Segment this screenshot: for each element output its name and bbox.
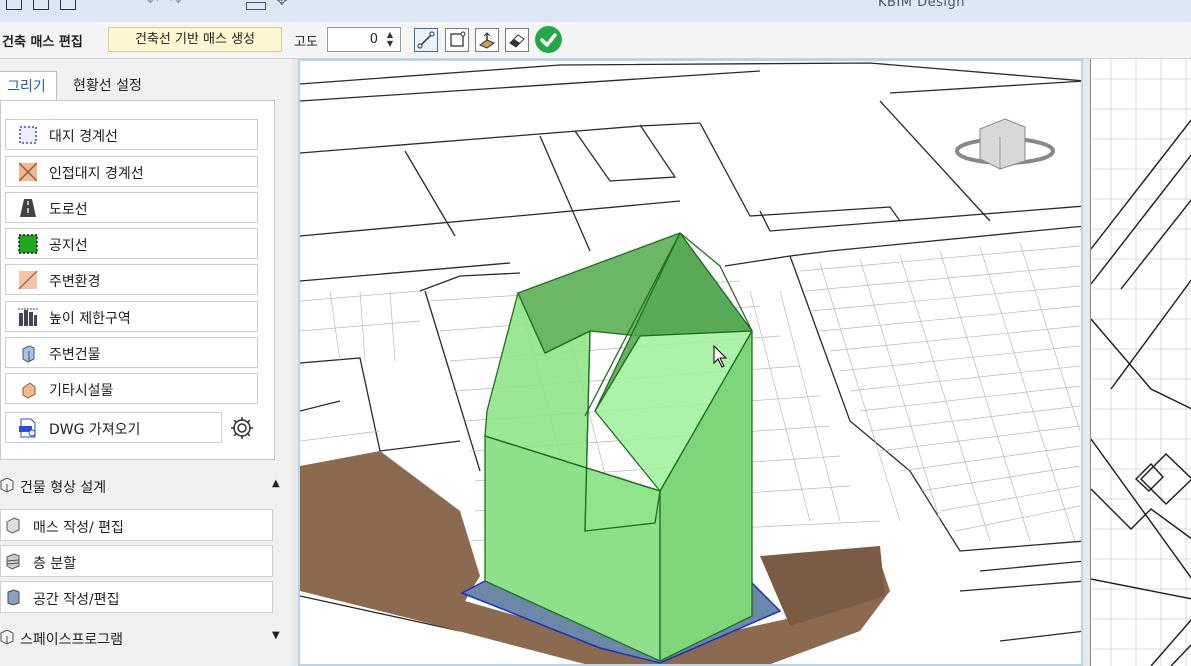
tool-label: 도로선 — [49, 202, 88, 218]
open-space-icon — [18, 234, 38, 254]
item-floor-split[interactable]: 층 분할 — [0, 545, 273, 577]
cube-icon — [0, 629, 14, 645]
nearby-building-icon — [22, 345, 35, 363]
tool-label: 높이 제한구역 — [49, 311, 131, 327]
height-limit-icon — [18, 308, 38, 326]
tool-label: 대지 경계선 — [49, 129, 118, 145]
floor-split-icon — [6, 553, 20, 570]
tool-label: 공지선 — [49, 238, 88, 254]
eraser-tool-button[interactable] — [505, 28, 529, 52]
tool-height-limit-zone[interactable]: 높이 제한구역 — [5, 301, 258, 332]
item-label: 매스 작성/ 편집 — [33, 520, 124, 536]
site-plan-view[interactable] — [1091, 59, 1191, 666]
confirm-check-button[interactable] — [535, 26, 562, 53]
facility-icon — [22, 382, 36, 399]
tool-road-line[interactable]: 도로선 — [5, 192, 258, 223]
tool-site-boundary[interactable]: 대지 경계선 — [5, 119, 258, 150]
section-space-program[interactable]: 스페이스프로그램 ▼ — [0, 621, 292, 653]
redo-icon[interactable]: ↷ — [170, 0, 182, 10]
draw-tools-panel: 대지 경계선 인접대지 경계선 도로선 공지선 주변환경 높이 제한구역 주변건… — [0, 100, 275, 460]
surroundings-icon — [18, 270, 38, 290]
open-file-icon[interactable] — [33, 0, 49, 10]
generate-mass-button[interactable]: 건축선 기반 매스 생성 — [108, 27, 282, 52]
tool-adjacent-boundary[interactable]: 인접대지 경계선 — [5, 156, 258, 187]
tool-label: 주변환경 — [49, 274, 101, 290]
altitude-value[interactable]: 0 — [370, 32, 378, 47]
boundary-icon — [19, 126, 37, 144]
item-space-create-edit[interactable]: 공간 작성/편집 — [0, 581, 273, 613]
cube-icon — [0, 477, 14, 493]
undo-icon[interactable]: ↶ — [147, 0, 159, 10]
move-icon[interactable]: ✥ — [276, 0, 288, 9]
tool-label: 주변건물 — [49, 347, 101, 363]
dwg-file-icon — [19, 418, 36, 438]
panel-tabs: 그리기 현황선 설정 — [0, 71, 292, 101]
left-panel: 그리기 현황선 설정 대지 경계선 인접대지 경계선 도로선 공지선 주변환경 … — [0, 59, 292, 666]
tool-open-space-line[interactable]: 공지선 — [5, 228, 258, 259]
tool-label: 기타시설물 — [49, 383, 114, 399]
altitude-stepper[interactable]: 0 ▲ ▼ — [327, 27, 401, 52]
mode-label: 건축 매스 편집 — [2, 35, 83, 50]
extrude-icon — [478, 32, 496, 49]
3d-viewport[interactable] — [298, 59, 1083, 666]
extrude-tool-button[interactable] — [475, 28, 499, 52]
item-label: 공간 작성/편집 — [33, 592, 120, 608]
road-icon — [20, 199, 36, 217]
line-tool-icon — [417, 31, 435, 49]
app-title: KBIM Design — [878, 0, 966, 10]
tool-surroundings[interactable]: 주변환경 — [5, 264, 258, 295]
tool-label: 인접대지 경계선 — [49, 166, 144, 182]
section-label: 건물 형상 설계 — [20, 480, 107, 496]
check-icon — [540, 33, 557, 47]
adjacent-boundary-icon — [18, 162, 38, 182]
mass-icon — [6, 517, 20, 534]
dwg-import-label: DWG 가져오기 — [49, 422, 141, 438]
space-icon — [7, 589, 20, 606]
2d-plan-viewport[interactable] — [1090, 59, 1191, 666]
view-cube[interactable] — [955, 118, 1055, 170]
tab-status-line-settings[interactable]: 현황선 설정 — [73, 71, 142, 101]
section-label: 스페이스프로그램 — [20, 632, 124, 648]
site-3d-scene[interactable] — [300, 61, 1083, 666]
title-bar: ↶ ↷ ✥ KBIM Design — [0, 0, 1191, 22]
tool-nearby-buildings[interactable]: 주변건물 — [5, 337, 258, 368]
gear-icon[interactable] — [229, 415, 255, 441]
tab-draw[interactable]: 그리기 — [0, 71, 57, 101]
spin-arrows-icon[interactable]: ▲ ▼ — [383, 30, 397, 49]
measure-icon[interactable] — [246, 2, 266, 10]
item-mass-create-edit[interactable]: 매스 작성/ 편집 — [0, 509, 273, 541]
section-building-shape[interactable]: 건물 형상 설계 ▲ — [0, 469, 292, 501]
line-tool-button[interactable] — [414, 28, 438, 52]
altitude-label: 고도 — [294, 35, 318, 50]
save-icon[interactable] — [60, 0, 76, 10]
dwg-import-button[interactable]: DWG 가져오기 — [5, 412, 222, 443]
item-label: 층 분할 — [33, 556, 77, 572]
eraser-icon — [509, 34, 525, 48]
viewport-splitter[interactable] — [1083, 59, 1090, 666]
expand-caret-icon[interactable]: ▼ — [272, 630, 280, 641]
tool-other-facilities[interactable]: 기타시설물 — [5, 373, 258, 404]
rectangle-tool-icon — [450, 31, 466, 47]
collapse-caret-icon[interactable]: ▲ — [272, 478, 280, 489]
mass-edit-toolbar: 건축 매스 편집 건축선 기반 매스 생성 고도 0 ▲ ▼ — [0, 22, 1191, 59]
rectangle-tool-button[interactable] — [445, 28, 469, 52]
new-file-icon[interactable] — [6, 0, 22, 10]
